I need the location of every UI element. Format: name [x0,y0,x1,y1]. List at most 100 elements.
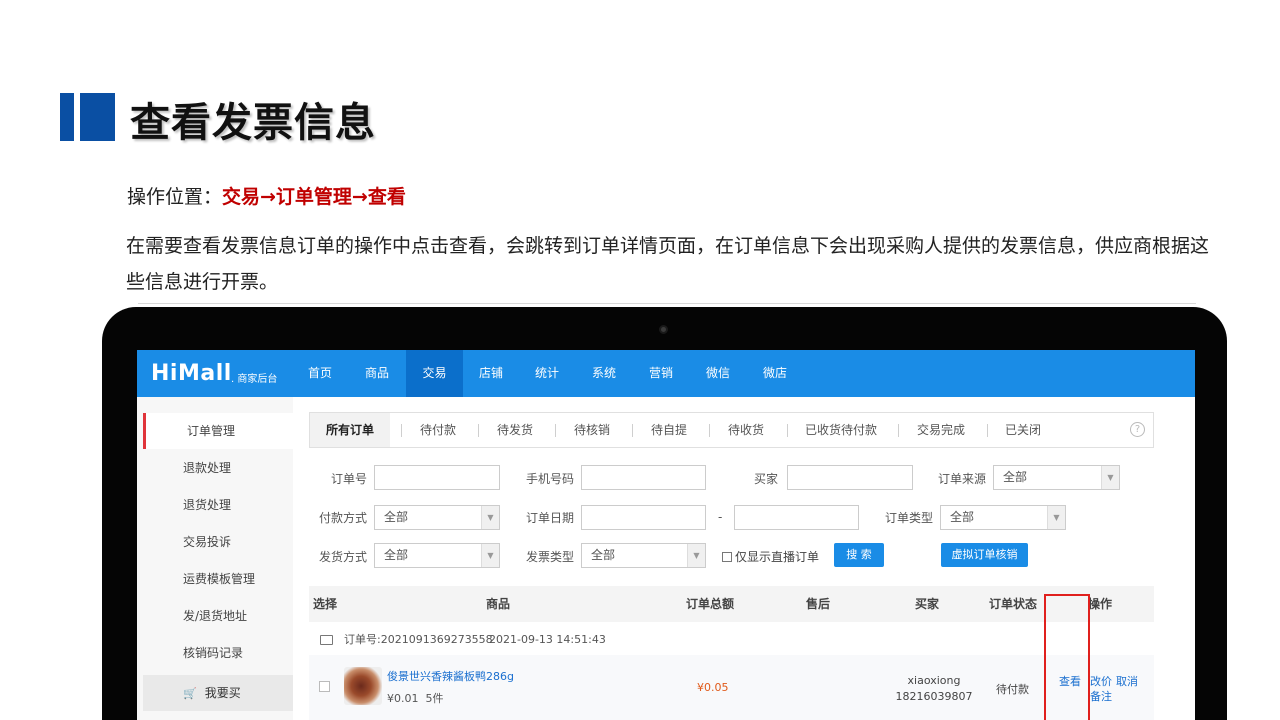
order-source-value: 全部 [1003,470,1028,484]
table-header: 选择 商品 订单总额 售后 买家 订单状态 操作 [309,586,1154,622]
product-name-link[interactable]: 俊景世兴香辣酱板鸭286g [387,668,514,684]
col-product: 商品 [486,597,511,611]
sidebar-item-returns[interactable]: 退货处理 [143,487,293,523]
tab-divider [478,424,479,437]
chevron-down-icon: ▼ [481,544,499,567]
order-date-label: 订单日期 [526,511,575,525]
sidebar-item-shipping-templates[interactable]: 运费模板管理 [143,561,293,597]
product-thumbnail[interactable] [344,667,382,705]
tab-divider [632,424,633,437]
order-source-label: 订单来源 [938,472,987,486]
chevron-down-icon: ▼ [1101,466,1119,489]
order-type-value: 全部 [950,510,975,524]
tab-pending-pickup[interactable]: 待自提 [651,413,687,447]
sidebar-item-complaints[interactable]: 交易投诉 [143,524,293,560]
nav-microstore[interactable]: 微店 [752,350,798,397]
logo-subtitle: . 商家后台 [231,374,278,385]
sidebar-item-addresses[interactable]: 发/退货地址 [143,598,293,634]
order-time: 2021-09-13 14:51:43 [489,633,606,646]
nav-wechat[interactable]: 微信 [695,350,741,397]
order-no-input[interactable] [374,465,500,490]
slide-title: 查看发票信息 [130,100,376,146]
col-actions: 操作 [1088,597,1113,611]
invoice-type-value: 全部 [591,548,616,562]
chevron-down-icon: ▼ [481,506,499,529]
nav-stats[interactable]: 统计 [524,350,570,397]
order-total: ¥0.05 [697,681,729,694]
cancel-link[interactable]: 取消 [1116,673,1138,689]
col-buyer: 买家 [915,597,940,611]
invoice-type-select[interactable]: 全部 ▼ [581,543,706,568]
phone-input[interactable] [581,465,706,490]
sidebar-buy-label: 我要买 [204,686,241,700]
tab-divider [709,424,710,437]
sidebar-item-refunds[interactable]: 退款处理 [143,450,293,486]
order-no-label: 订单号 [331,472,368,486]
tab-pending-receipt[interactable]: 待收货 [728,413,764,447]
operation-location: 操作位置：交易→订单管理→查看 [127,182,406,209]
buyer-label: 买家 [754,472,779,486]
nav-products[interactable]: 商品 [354,350,400,397]
quantity: 5件 [425,692,444,705]
help-icon[interactable]: ? [1130,422,1145,437]
order-type-select[interactable]: 全部 ▼ [940,505,1066,530]
top-nav: HiMall . 商家后台 首页 商品 交易 店铺 统计 系统 营销 微信 微店 [137,350,1195,397]
change-price-link[interactable]: 改价 [1090,673,1112,689]
sidebar-buy[interactable]: 🛒 我要买 [143,675,293,711]
order-number: 订单号:2021091369273558 [344,633,493,646]
col-total: 订单总额 [686,597,735,611]
logo[interactable]: HiMall [151,361,232,386]
date-end-input[interactable] [734,505,859,530]
ship-method-label: 发货方式 [319,550,368,564]
tab-closed[interactable]: 已关闭 [1005,413,1041,447]
tab-pending-verify[interactable]: 待核销 [574,413,610,447]
sidebar-item-redeem-codes[interactable]: 核销码记录 [143,635,293,671]
order-source-select[interactable]: 全部 ▼ [993,465,1120,490]
cart-icon: 🛒 [183,687,197,700]
tab-completed[interactable]: 交易完成 [917,413,965,447]
date-start-input[interactable] [581,505,706,530]
buyer-info: xiaoxiong 18216039807 [889,673,979,705]
pay-method-label: 付款方式 [319,511,368,525]
divider [138,303,1196,304]
order-type-label: 订单类型 [885,511,934,525]
pay-method-select[interactable]: 全部 ▼ [374,505,500,530]
nav-home[interactable]: 首页 [297,350,343,397]
sidebar: 订单管理 退款处理 退货处理 交易投诉 运费模板管理 发/退货地址 核销码记录 [137,397,293,720]
order-status: 待付款 [996,683,1029,696]
tab-divider [787,424,788,437]
tab-pending-payment[interactable]: 待付款 [420,413,456,447]
col-select: 选择 [313,597,338,611]
date-separator: - [718,510,723,524]
nav-store[interactable]: 店铺 [468,350,514,397]
buyer-input[interactable] [787,465,913,490]
sidebar-item-order-management[interactable]: 订单管理 [143,413,293,449]
buyer-name: xiaoxiong [907,674,961,687]
virtual-order-verify-button[interactable]: 虚拟订单核销 [941,543,1028,567]
title-accent-mark [60,93,115,141]
app-screen: HiMall . 商家后台 首页 商品 交易 店铺 统计 系统 营销 微信 微店… [137,350,1195,720]
pay-method-value: 全部 [384,510,409,524]
live-only-checkbox[interactable]: 仅显示直播订单 [722,548,819,565]
order-tabs: 所有订单 待付款 待发货 待核销 待自提 待收货 已收货待付款 交易完成 已关闭… [309,412,1154,448]
nav-system[interactable]: 系统 [581,350,627,397]
nav-marketing[interactable]: 营销 [638,350,684,397]
unit-price: ¥0.01 [387,692,419,705]
row-checkbox[interactable] [319,681,330,692]
order-info-row: 订单号:2021091369273558 2021-09-13 14:51:43 [309,625,1154,655]
ship-method-value: 全部 [384,548,409,562]
slide-description: 在需要查看发票信息订单的操作中点击查看，会跳转到订单详情页面，在订单信息下会出现… [126,235,1210,293]
tab-divider [987,424,988,437]
phone-label: 手机号码 [526,472,575,486]
monitor-icon [320,635,333,645]
search-button[interactable]: 搜 索 [834,543,884,567]
tab-divider [401,424,402,437]
nav-trade[interactable]: 交易 [406,350,463,397]
tab-all-orders[interactable]: 所有订单 [310,413,391,447]
tab-received-pending-pay[interactable]: 已收货待付款 [805,413,877,447]
col-aftersale: 售后 [806,597,831,611]
ship-method-select[interactable]: 全部 ▼ [374,543,500,568]
tab-pending-shipment[interactable]: 待发货 [497,413,533,447]
col-status: 订单状态 [989,597,1038,611]
remark-link[interactable]: 备注 [1090,688,1112,704]
